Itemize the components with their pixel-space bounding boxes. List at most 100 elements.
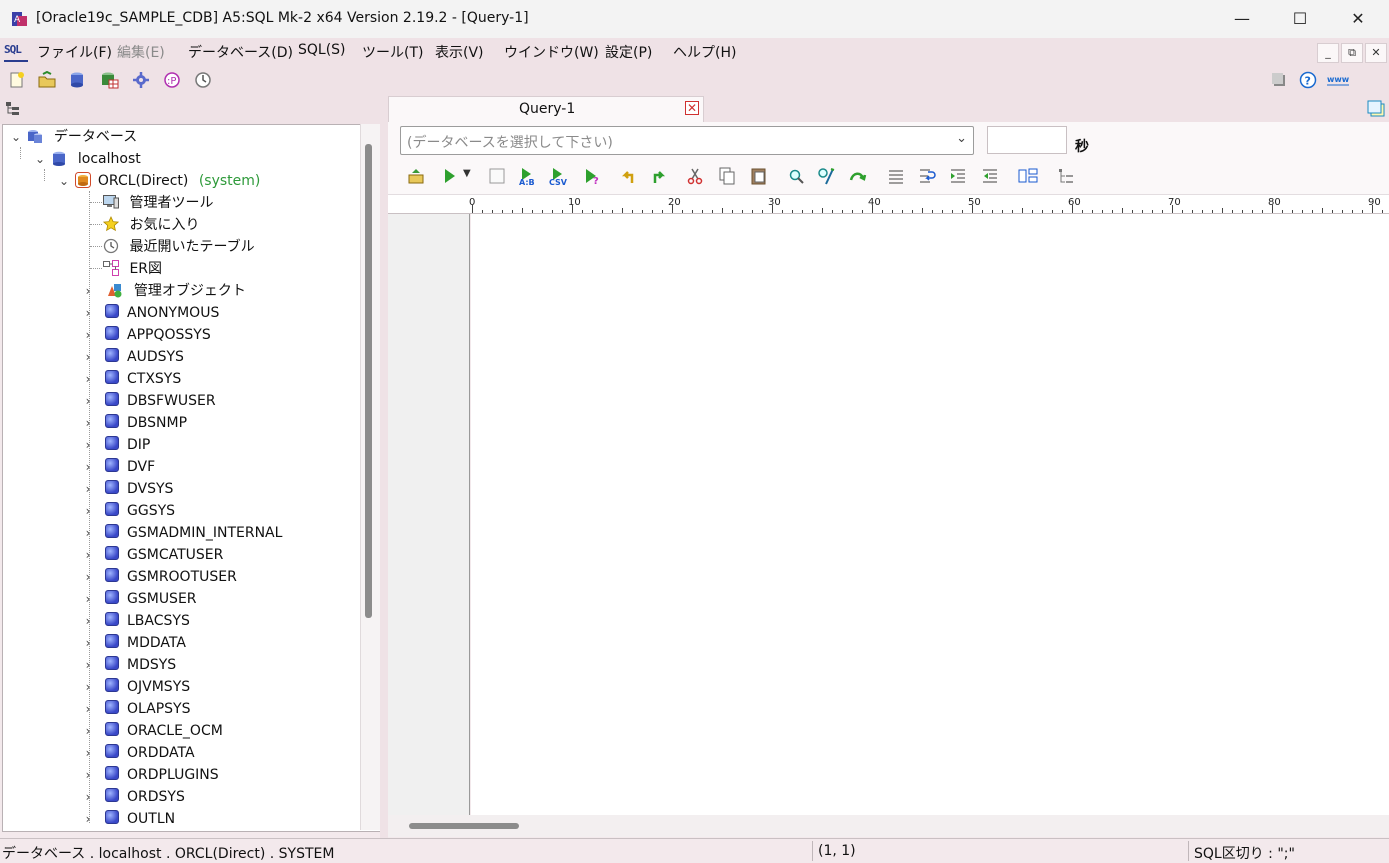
gear-icon[interactable] xyxy=(132,71,150,89)
chevron-right-icon[interactable]: › xyxy=(81,676,95,698)
editor-hscroll-track[interactable] xyxy=(388,815,1389,837)
chevron-right-icon[interactable]: › xyxy=(81,478,95,500)
outline-icon[interactable] xyxy=(1057,167,1075,185)
menu-file[interactable]: ファイル(F) xyxy=(37,42,112,62)
tree-node-schema[interactable]: › LBACSYS xyxy=(81,610,190,632)
new-query-icon[interactable] xyxy=(8,71,26,89)
tab-close-icon[interactable]: ✕ xyxy=(685,101,699,115)
menu-view[interactable]: 表示(V) xyxy=(435,42,484,62)
tree-node-schema[interactable]: › CTXSYS xyxy=(81,368,181,390)
tree-node-schema[interactable]: › GSMUSER xyxy=(81,588,197,610)
jump-icon[interactable] xyxy=(848,167,868,185)
chevron-right-icon[interactable]: › xyxy=(81,764,95,786)
outdent-icon[interactable] xyxy=(981,167,999,185)
run-icon[interactable] xyxy=(441,167,459,185)
maximize-button[interactable]: ☐ xyxy=(1271,0,1329,38)
chevron-right-icon[interactable]: › xyxy=(81,698,95,720)
minimize-button[interactable]: — xyxy=(1213,0,1271,38)
tree-node-recent-tables[interactable]: 最近開いたテーブル xyxy=(103,236,255,258)
table-grid-icon[interactable] xyxy=(101,71,119,89)
copy-icon[interactable] xyxy=(718,167,736,185)
tree-node-schema[interactable]: › OUTLN xyxy=(81,808,175,830)
tree-node-schema[interactable]: › MDSYS xyxy=(81,654,176,676)
tree-node-schema[interactable]: › ORDPLUGINS xyxy=(81,764,219,786)
web-icon[interactable]: www xyxy=(1327,71,1349,89)
tree-node-schema[interactable]: › ORDSYS xyxy=(81,786,185,808)
menu-sql[interactable]: SQL(S) xyxy=(298,42,346,58)
tab-query-1[interactable]: Query-1 ✕ xyxy=(388,96,704,122)
chevron-right-icon[interactable]: › xyxy=(81,610,95,632)
tree-node-schema[interactable]: › OLAPSYS xyxy=(81,698,191,720)
tree-node-schema[interactable]: › AUDSYS xyxy=(81,346,184,368)
undo-icon[interactable] xyxy=(620,167,638,185)
chevron-down-icon[interactable]: ⌄ xyxy=(9,126,23,148)
parameter-icon[interactable]: :P xyxy=(163,71,181,89)
tree-node-admin-tools[interactable]: 管理者ツール xyxy=(103,192,213,214)
chevron-right-icon[interactable]: › xyxy=(81,456,95,478)
tree-view-icon[interactable] xyxy=(6,102,20,116)
new-tab-icon[interactable] xyxy=(1366,100,1386,118)
chevron-right-icon[interactable]: › xyxy=(81,368,95,390)
tree-node-localhost[interactable]: ⌄ localhost xyxy=(33,148,141,170)
menu-window[interactable]: ウインドウ(W) xyxy=(504,42,599,62)
run-to-csv-icon[interactable]: CSV xyxy=(549,167,571,185)
tree-node-schema[interactable]: › ORDDATA xyxy=(81,742,195,764)
chevron-down-icon[interactable]: ⌄ xyxy=(956,131,967,146)
sql-editor[interactable] xyxy=(471,214,1389,815)
database-icon[interactable] xyxy=(69,71,87,89)
run-dropdown-icon[interactable]: ▼ xyxy=(463,168,471,179)
chevron-right-icon[interactable]: › xyxy=(81,808,95,830)
chevron-right-icon[interactable]: › xyxy=(81,390,95,412)
mdi-minimize-button[interactable]: _ xyxy=(1317,43,1339,63)
split-view-icon[interactable] xyxy=(1018,167,1038,185)
tree-node-schema[interactable]: › OJVMSYS xyxy=(81,676,190,698)
help-icon[interactable]: ? xyxy=(1299,71,1317,89)
load-sql-icon[interactable] xyxy=(407,167,425,185)
database-select[interactable]: (データベースを選択して下さい) ⌄ xyxy=(400,126,974,155)
tree-node-schema[interactable]: › GSMADMIN_INTERNAL xyxy=(81,522,282,544)
tree-node-schema[interactable]: › ORACLE_OCM xyxy=(81,720,223,742)
chevron-right-icon[interactable]: › xyxy=(81,654,95,676)
tree-node-er-diagram[interactable]: ER図 xyxy=(103,258,162,280)
stop-query-icon[interactable] xyxy=(488,167,506,185)
stop-icon[interactable] xyxy=(1270,71,1288,89)
editor-hscroll-thumb[interactable] xyxy=(409,823,519,829)
chevron-right-icon[interactable]: › xyxy=(81,720,95,742)
mdi-close-button[interactable]: ✕ xyxy=(1365,43,1387,63)
open-folder-icon[interactable] xyxy=(38,71,56,89)
menu-edit[interactable]: 編集(E) xyxy=(117,42,165,62)
tree-node-schema[interactable]: › GSMROOTUSER xyxy=(81,566,237,588)
chevron-right-icon[interactable]: › xyxy=(81,412,95,434)
close-button[interactable]: ✕ xyxy=(1329,0,1387,38)
chevron-down-icon[interactable]: ⌄ xyxy=(57,170,71,192)
menu-tools[interactable]: ツール(T) xyxy=(362,42,423,62)
explain-icon[interactable]: ? xyxy=(584,167,602,185)
replace-icon[interactable] xyxy=(817,167,835,185)
tree-scrollbar-thumb[interactable] xyxy=(365,144,372,618)
panel-splitter[interactable] xyxy=(380,96,388,838)
chevron-right-icon[interactable]: › xyxy=(81,346,95,368)
tree-node-schema[interactable]: › DBSNMP xyxy=(81,412,187,434)
tree-node-schema[interactable]: › DVF xyxy=(81,456,155,478)
indent-icon[interactable] xyxy=(949,167,967,185)
tree-node-connection[interactable]: ⌄ ORCL(Direct) (system) xyxy=(57,170,260,192)
menu-database[interactable]: データベース(D) xyxy=(188,42,293,62)
tree-node-schema[interactable]: › ANONYMOUS xyxy=(81,302,219,324)
mdi-restore-button[interactable]: ⧉ xyxy=(1341,43,1363,63)
search-icon[interactable] xyxy=(787,167,805,185)
menu-help[interactable]: ヘルプ(H) xyxy=(673,42,736,62)
tree-node-databases[interactable]: ⌄ データベース xyxy=(9,126,137,148)
menu-settings[interactable]: 設定(P) xyxy=(605,42,652,62)
timeout-seconds-input[interactable] xyxy=(987,126,1067,154)
run-to-text-icon[interactable]: A:B xyxy=(519,167,539,185)
chevron-right-icon[interactable]: › xyxy=(81,434,95,456)
cut-icon[interactable] xyxy=(686,167,704,185)
chevron-right-icon[interactable]: › xyxy=(81,324,95,346)
tree-node-schema[interactable]: › GSMCATUSER xyxy=(81,544,223,566)
chevron-right-icon[interactable]: › xyxy=(81,280,95,302)
chevron-right-icon[interactable]: › xyxy=(81,566,95,588)
tree-node-favorites[interactable]: お気に入り xyxy=(103,214,199,236)
tree-node-schema[interactable]: › APPQOSSYS xyxy=(81,324,211,346)
format-icon[interactable] xyxy=(887,167,905,185)
chevron-right-icon[interactable]: › xyxy=(81,544,95,566)
